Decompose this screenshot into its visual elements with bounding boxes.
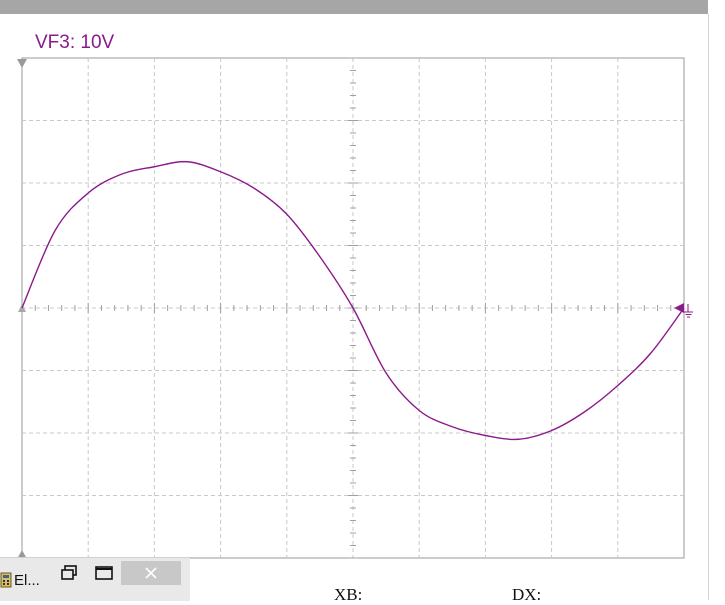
app-icon [0,572,12,588]
maximize-icon [95,566,113,580]
restore-button[interactable] [56,562,82,584]
xb-readout-label: XB: [334,585,363,604]
oscilloscope-display [17,57,693,559]
close-button[interactable] [121,561,181,585]
cursor-marker-top [17,59,27,68]
taskbar-window-button[interactable]: El... [0,557,190,601]
restore-icon [61,565,77,580]
taskbar-app-label: El... [14,571,40,589]
taskbar-app[interactable]: El... [0,570,40,590]
window-frame-right [708,0,725,600]
maximize-button[interactable] [91,562,117,584]
window-frame-right-line [708,14,709,600]
channel-ground-marker [674,303,684,313]
dx-readout-label: DX: [512,585,542,604]
close-icon [145,567,157,579]
channel-label: VF3: 10V [35,32,115,53]
